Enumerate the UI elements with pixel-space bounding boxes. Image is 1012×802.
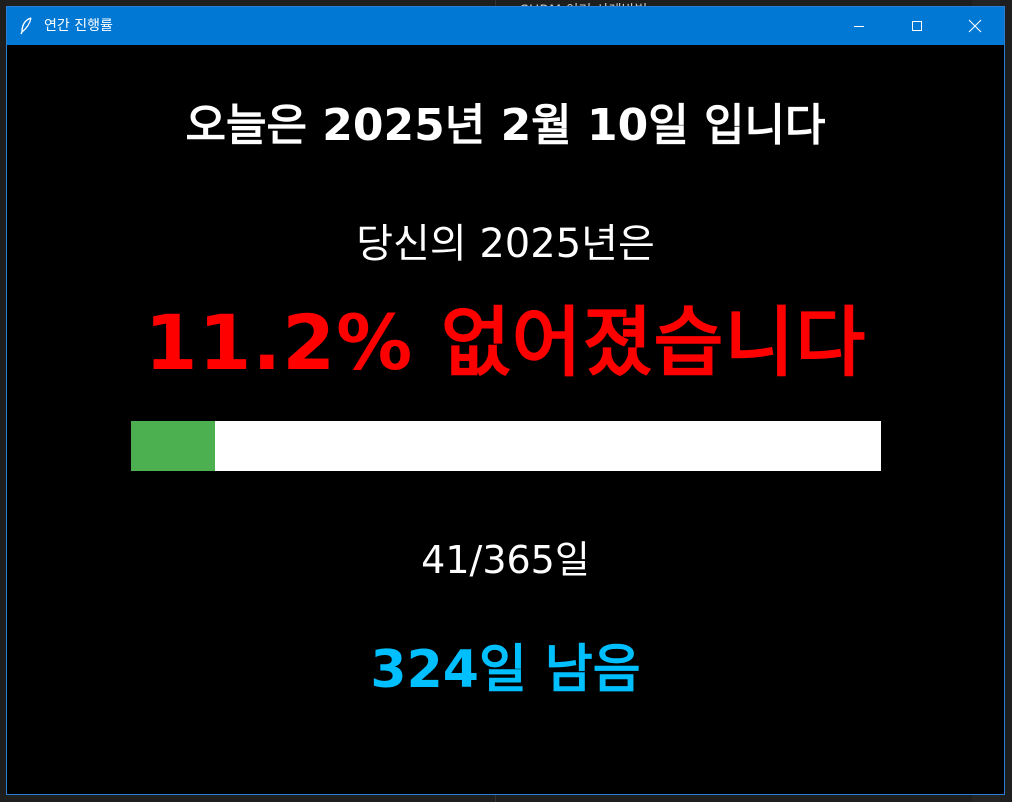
today-date-label: 오늘은 2025년 2월 10일 입니다: [185, 100, 826, 151]
feather-icon: [19, 17, 35, 35]
window-title: 연간 진행률: [44, 18, 113, 34]
window-content: 오늘은 2025년 2월 10일 입니다 당신의 2025년은 11.2% 없어…: [7, 45, 1004, 794]
days-remaining-label: 324일 남음: [370, 640, 641, 700]
close-button[interactable]: [946, 7, 1004, 45]
percent-lost-label: 11.2% 없어졌습니다: [144, 298, 867, 387]
year-progress-bar: [131, 421, 881, 471]
minimize-button[interactable]: [830, 7, 888, 45]
app-window: 연간 진행률 오늘은 2025년 2월 10일 입니다 당신의 2025년은 1…: [6, 6, 1005, 795]
year-progress-fill: [131, 421, 215, 471]
year-intro-label: 당신의 2025년은: [356, 221, 655, 267]
days-elapsed-label: 41/365일: [421, 538, 590, 582]
maximize-icon: [912, 21, 922, 31]
close-icon: [968, 19, 982, 33]
minimize-icon: [854, 26, 864, 27]
maximize-button[interactable]: [888, 7, 946, 45]
title-bar[interactable]: 연간 진행률: [7, 7, 1004, 45]
